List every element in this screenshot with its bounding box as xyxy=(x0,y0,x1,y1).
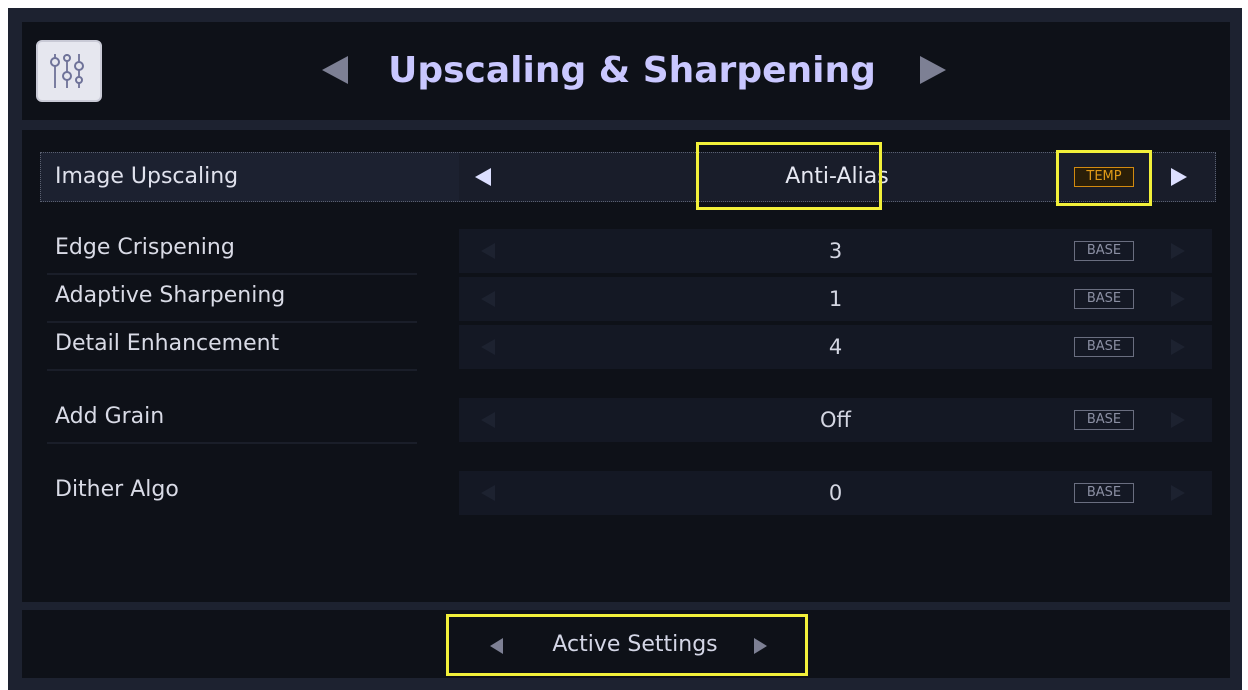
base-badge: BASE xyxy=(1074,410,1134,430)
base-badge: BASE xyxy=(1074,289,1134,309)
settings-panel: Image Upscaling Anti-Alias TEMP Edge Cri… xyxy=(22,130,1230,602)
increase-arrow-icon[interactable] xyxy=(1171,339,1185,355)
setting-selector-add-grain[interactable]: Off BASE xyxy=(459,398,1212,442)
base-badge: BASE xyxy=(1074,337,1134,357)
row-divider xyxy=(47,369,417,371)
setting-selector-adaptive-sharpening[interactable]: 1 BASE xyxy=(459,277,1212,321)
next-page-arrow-icon[interactable] xyxy=(920,56,946,84)
prev-mode-arrow-icon[interactable] xyxy=(490,638,503,654)
temp-badge: TEMP xyxy=(1074,167,1134,187)
page-title: Upscaling & Sharpening xyxy=(388,50,876,91)
base-badge: BASE xyxy=(1074,241,1134,261)
setting-selector[interactable]: Anti-Alias TEMP xyxy=(459,153,1215,201)
setting-selector-dither-algo[interactable]: 0 BASE xyxy=(459,471,1212,515)
setting-label-adaptive-sharpening[interactable]: Adaptive Sharpening xyxy=(55,281,285,311)
setting-selector-detail-enhancement[interactable]: 4 BASE xyxy=(459,325,1212,369)
row-divider xyxy=(47,442,417,444)
row-divider xyxy=(47,273,417,275)
increase-arrow-icon[interactable] xyxy=(1171,412,1185,428)
setting-label-detail-enhancement[interactable]: Detail Enhancement xyxy=(55,329,279,359)
setting-label-add-grain[interactable]: Add Grain xyxy=(55,402,164,432)
setting-label-edge-crispening[interactable]: Edge Crispening xyxy=(55,233,235,263)
increase-arrow-icon[interactable] xyxy=(1171,485,1185,501)
prev-page-arrow-icon[interactable] xyxy=(322,56,348,84)
setting-selector-edge-crispening[interactable]: 3 BASE xyxy=(459,229,1212,273)
next-mode-arrow-icon[interactable] xyxy=(754,638,767,654)
row-divider xyxy=(47,321,417,323)
increase-arrow-icon[interactable] xyxy=(1171,291,1185,307)
header-bar: Upscaling & Sharpening xyxy=(22,22,1230,120)
active-settings-selector[interactable]: Active Settings xyxy=(522,628,748,662)
base-badge: BASE xyxy=(1074,483,1134,503)
sliders-icon[interactable] xyxy=(36,40,102,102)
increase-arrow-icon[interactable] xyxy=(1171,168,1187,186)
footer-bar: Active Settings xyxy=(22,610,1230,678)
setting-row-image-upscaling[interactable]: Image Upscaling Anti-Alias TEMP xyxy=(40,152,1216,202)
increase-arrow-icon[interactable] xyxy=(1171,243,1185,259)
setting-label: Image Upscaling xyxy=(55,164,239,189)
setting-label-dither-algo[interactable]: Dither Algo xyxy=(55,475,179,505)
